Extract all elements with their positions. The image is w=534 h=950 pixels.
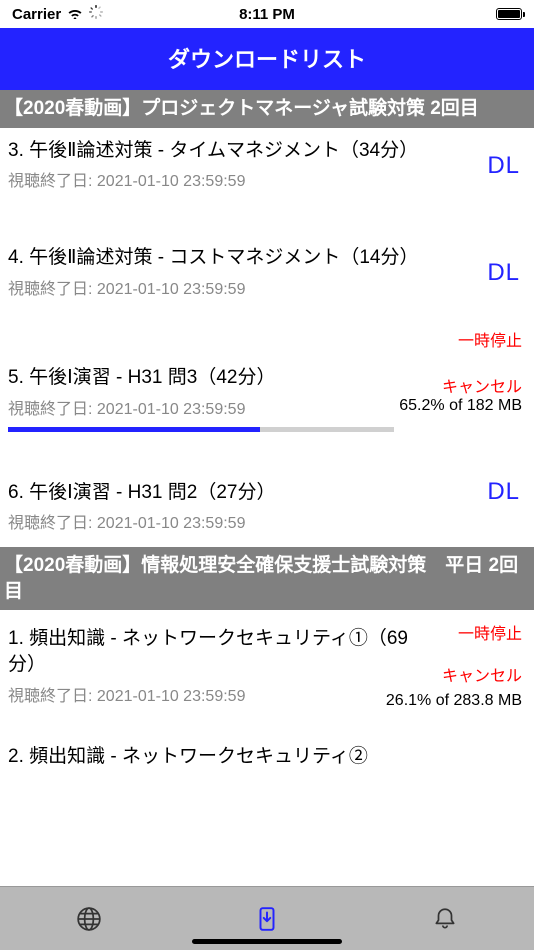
download-button[interactable]: DL — [487, 259, 520, 287]
section-header: 【2020春動画】情報処理安全確保支援士試験対策 平日 2回目 — [0, 547, 534, 610]
list-item[interactable]: 一時停止 1. 頻出知識 - ネットワークセキュリティ①（69分） 視聴終了日:… — [0, 622, 534, 713]
wifi-icon — [67, 6, 83, 23]
status-bar: Carrier 8:11 PM — [0, 0, 534, 28]
pause-button[interactable]: 一時停止 — [458, 327, 522, 351]
progress-bar — [8, 427, 394, 432]
globe-icon — [76, 906, 102, 932]
cancel-button[interactable]: キャンセル — [442, 373, 522, 397]
loading-icon — [89, 5, 103, 23]
list-item[interactable]: 3. 午後Ⅱ論述対策 - タイムマネジメント（34分） 視聴終了日: 2021-… — [0, 128, 534, 206]
home-indicator — [192, 939, 342, 944]
list-item[interactable]: 6. 午後Ⅰ演習 - H31 問2（27分） 視聴終了日: 2021-01-10… — [0, 470, 534, 548]
cancel-button[interactable]: キャンセル — [442, 662, 522, 686]
item-title: 3. 午後Ⅱ論述対策 - タイムマネジメント（34分） — [8, 138, 526, 164]
list-item[interactable]: 4. 午後Ⅱ論述対策 - コストマネジメント（14分） 視聴終了日: 2021-… — [0, 235, 534, 313]
item-title: 6. 午後Ⅰ演習 - H31 問2（27分） — [8, 480, 526, 506]
status-time: 8:11 PM — [239, 6, 295, 23]
pause-button[interactable]: 一時停止 — [458, 620, 522, 644]
app-header: ダウンロードリスト — [0, 28, 534, 90]
tab-web[interactable] — [0, 887, 178, 950]
section-header: 【2020春動画】プロジェクトマネージャ試験対策 2回目 — [0, 90, 534, 128]
progress-text: 26.1% of 283.8 MB — [386, 692, 522, 710]
tab-notifications[interactable] — [356, 887, 534, 950]
status-left: Carrier — [12, 5, 103, 23]
progress-text: 65.2% of 182 MB — [399, 397, 522, 415]
battery-icon — [496, 8, 522, 20]
download-device-icon — [254, 906, 280, 932]
item-expiry: 視聴終了日: 2021-01-10 23:59:59 — [8, 275, 526, 299]
carrier-label: Carrier — [12, 6, 61, 23]
list-item[interactable]: 2. 頻出知識 - ネットワークセキュリティ② — [0, 734, 534, 784]
download-button[interactable]: DL — [487, 478, 520, 506]
content-scroll[interactable]: 【2020春動画】プロジェクトマネージャ試験対策 2回目 3. 午後Ⅱ論述対策 … — [0, 90, 534, 920]
item-expiry: 視聴終了日: 2021-01-10 23:59:59 — [8, 167, 526, 191]
list-item[interactable]: 一時停止 5. 午後Ⅰ演習 - H31 問3（42分） 視聴終了日: 2021-… — [0, 337, 534, 442]
progress-fill — [8, 427, 260, 432]
bell-icon — [432, 906, 458, 932]
item-title: 4. 午後Ⅱ論述対策 - コストマネジメント（14分） — [8, 245, 526, 271]
page-title: ダウンロードリスト — [168, 47, 366, 72]
item-title: 2. 頻出知識 - ネットワークセキュリティ② — [8, 744, 526, 770]
item-expiry: 視聴終了日: 2021-01-10 23:59:59 — [8, 509, 526, 533]
download-button[interactable]: DL — [487, 152, 520, 180]
